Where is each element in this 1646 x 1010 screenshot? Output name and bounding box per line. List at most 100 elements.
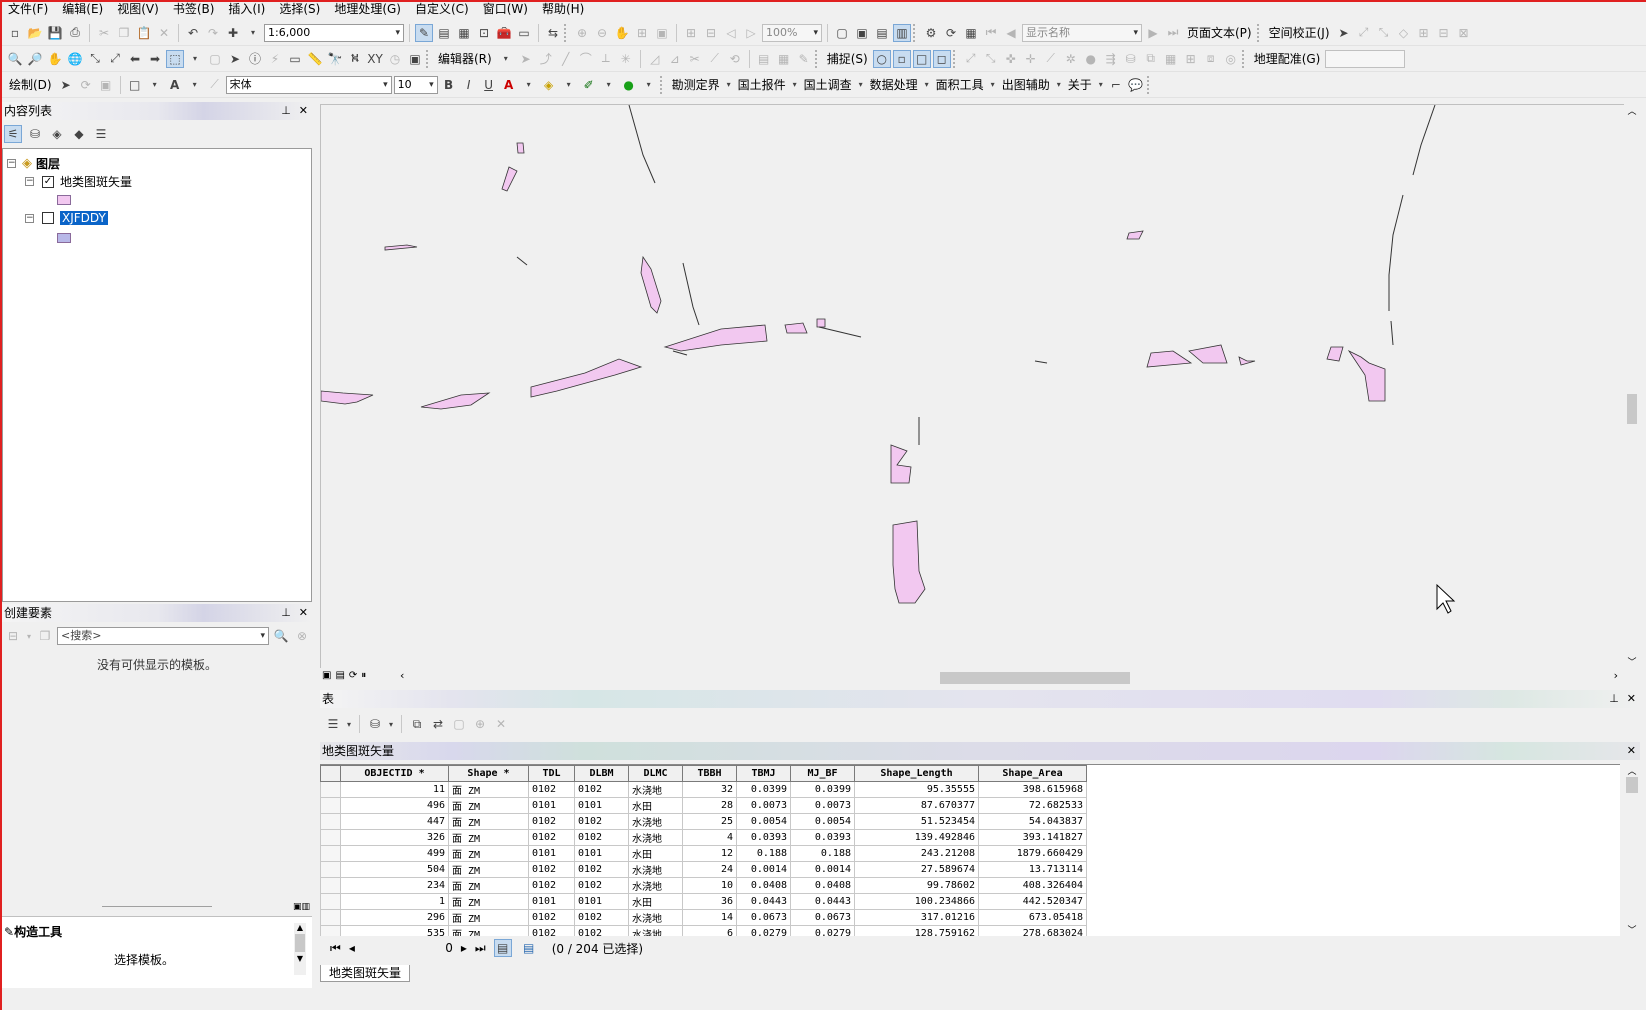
collapse-icon[interactable]: − xyxy=(25,213,34,223)
menu-bookmarks[interactable]: 书签(B) xyxy=(167,2,223,18)
ddp-setup-icon[interactable]: ⚙ xyxy=(922,24,940,42)
table-cell[interactable]: 0.0408 xyxy=(790,877,855,894)
row-selector[interactable] xyxy=(320,925,341,936)
table-tab[interactable]: 地类图斑矢量 xyxy=(320,965,411,982)
identify-icon[interactable]: ⓘ xyxy=(246,50,264,68)
straight-segment-icon[interactable]: ╱ xyxy=(557,50,575,68)
open-folder-icon[interactable]: 📂 xyxy=(26,24,44,42)
template-search-input[interactable]: <搜索> ▾ xyxy=(57,627,269,645)
column-header[interactable]: DLMC xyxy=(628,765,683,782)
zoom-to-element-icon[interactable]: ▣ xyxy=(97,76,115,94)
table-of-contents-icon[interactable]: ▤ xyxy=(435,24,453,42)
pin-icon[interactable]: ⊥ xyxy=(1609,690,1619,708)
table-cell[interactable]: 0.0014 xyxy=(790,861,855,878)
splitter-handle[interactable] xyxy=(102,906,212,907)
table-cell[interactable]: 0.0399 xyxy=(736,781,791,798)
table-cell[interactable]: 296 xyxy=(340,909,449,926)
list-by-visibility-icon[interactable]: ◈ xyxy=(48,125,66,143)
row-selector[interactable] xyxy=(320,845,341,862)
delete-icon[interactable]: ✕ xyxy=(155,24,173,42)
delete-selected-icon[interactable]: ✕ xyxy=(492,715,510,733)
table-cell[interactable]: 水浇地 xyxy=(628,925,683,936)
catalog-icon[interactable]: ▦ xyxy=(455,24,473,42)
point-icon[interactable]: ✳ xyxy=(617,50,635,68)
table-cell[interactable]: 535 xyxy=(340,925,449,936)
layer-symbol-swatch[interactable] xyxy=(57,233,71,243)
cut-polygons-icon[interactable]: ✂ xyxy=(686,50,704,68)
table-cell[interactable]: 0101 xyxy=(574,797,629,814)
go-forward-extent-icon[interactable]: ▷ xyxy=(742,24,760,42)
table-cell[interactable]: 0102 xyxy=(528,877,575,894)
last-page-icon[interactable]: ⏭ xyxy=(1164,24,1182,42)
table-cell[interactable]: 25 xyxy=(682,813,737,830)
topology-edit-icon[interactable]: ⤢ xyxy=(962,50,980,68)
scrollbar-thumb[interactable] xyxy=(1627,394,1637,424)
scrollbar-thumb[interactable] xyxy=(1626,777,1638,793)
table-cell[interactable]: 13.713114 xyxy=(978,861,1087,878)
line-color-icon[interactable]: ✐ xyxy=(580,76,598,94)
fixed-zoom-out-icon[interactable]: ⊟ xyxy=(702,24,720,42)
fixed-zoom-in-icon[interactable]: ⤡ xyxy=(86,50,104,68)
refresh-icon[interactable]: ⟳ xyxy=(349,670,357,681)
vertex-snapping-icon[interactable]: □ xyxy=(912,49,931,68)
fixed-zoom-in-icon[interactable]: ⊞ xyxy=(682,24,700,42)
underline-button[interactable]: U xyxy=(480,76,498,94)
chevron-up-icon[interactable]: ︿ xyxy=(1624,104,1640,117)
table-cell[interactable]: 1879.660429 xyxy=(978,845,1087,862)
multiple-displacement-links-icon[interactable]: ◇ xyxy=(1395,24,1413,42)
marker-color-icon[interactable]: ● xyxy=(620,76,638,94)
find-icon[interactable]: 🔭 xyxy=(326,50,344,68)
map-scale-combo[interactable]: 1:6,000 ▾ xyxy=(264,23,404,42)
map-view[interactable] xyxy=(320,104,1624,668)
table-cell[interactable]: 0102 xyxy=(574,781,629,798)
table-cell[interactable]: 673.05418 xyxy=(978,909,1087,926)
menu-about[interactable]: 关于 xyxy=(1065,76,1095,93)
show-all-records-icon[interactable]: ▤ xyxy=(493,939,512,957)
table-row[interactable]: 535 面 ZM 0102 0102 水浇地 6 0.0279 0.0279 128.75916… xyxy=(320,925,1087,936)
new-identity-link-icon[interactable]: ⊞ xyxy=(1415,24,1433,42)
table-cell[interactable]: 面 ZM xyxy=(448,877,529,894)
previous-page-icon[interactable]: ◀ xyxy=(1002,24,1020,42)
toggle-draft-mode-icon[interactable]: ▢ xyxy=(833,24,851,42)
clear-selection-icon[interactable]: ▢ xyxy=(450,715,468,733)
toc-layer-label-selected[interactable]: XJFDDY xyxy=(60,211,108,225)
close-icon[interactable]: ✕ xyxy=(1627,742,1636,760)
row-selector[interactable] xyxy=(320,893,341,910)
table-cell[interactable]: 0.0073 xyxy=(790,797,855,814)
row-selector[interactable] xyxy=(320,797,341,814)
chevron-down-icon[interactable]: ▾ xyxy=(1055,76,1063,94)
table-cell[interactable]: 326 xyxy=(340,829,449,846)
hyperlink-icon[interactable]: ⚡ xyxy=(266,50,284,68)
chevron-down-icon[interactable]: ▾ xyxy=(387,715,395,733)
table-row[interactable]: 326 面 ZM 0102 0102 水浇地 4 0.0393 0.0393 139.49284… xyxy=(320,829,1087,846)
table-cell[interactable]: 0.0393 xyxy=(736,829,791,846)
table-options-icon[interactable]: ☰ xyxy=(324,715,342,733)
table-cell[interactable]: 水田 xyxy=(628,845,683,862)
map-horizontal-scrollbar[interactable]: ▣ ▤ ⟳ ⏸ ‹ › xyxy=(320,668,1640,686)
table-cell[interactable]: 72.682533 xyxy=(978,797,1087,814)
rotate-element-icon[interactable]: ⟳ xyxy=(77,76,95,94)
new-displacement-link-icon[interactable]: ⤢ xyxy=(1355,24,1373,42)
sketch-properties-icon[interactable]: ▦ xyxy=(775,50,793,68)
chevron-right-icon[interactable]: › xyxy=(1614,669,1618,682)
table-cell[interactable]: 面 ZM xyxy=(448,829,529,846)
table-cell[interactable]: 317.01216 xyxy=(854,909,979,926)
table-cell[interactable]: 水浇地 xyxy=(628,861,683,878)
save-icon[interactable]: 💾 xyxy=(46,24,64,42)
table-cell[interactable]: 0102 xyxy=(574,877,629,894)
table-cell[interactable]: 面 ZM xyxy=(448,845,529,862)
network-edit-icon[interactable]: ⇶ xyxy=(1102,50,1120,68)
table-cell[interactable]: 24 xyxy=(682,861,737,878)
select-elements-icon[interactable]: ➤ xyxy=(226,50,244,68)
select-by-attributes-icon[interactable]: ⧉ xyxy=(408,715,426,733)
editor-menu[interactable]: 编辑器(R) xyxy=(435,50,495,67)
table-cell[interactable]: 水田 xyxy=(628,797,683,814)
layout-zoom-combo[interactable]: 100% ▾ xyxy=(762,23,822,42)
table-cell[interactable]: 面 ZM xyxy=(448,797,529,814)
row-selector-header[interactable] xyxy=(320,765,341,782)
print-icon[interactable]: ⎙ xyxy=(66,24,84,42)
table-cell[interactable]: 10 xyxy=(682,877,737,894)
table-cell[interactable]: 99.78602 xyxy=(854,877,979,894)
table-cell[interactable]: 128.759162 xyxy=(854,925,979,936)
toolbar-grip[interactable] xyxy=(426,49,430,68)
